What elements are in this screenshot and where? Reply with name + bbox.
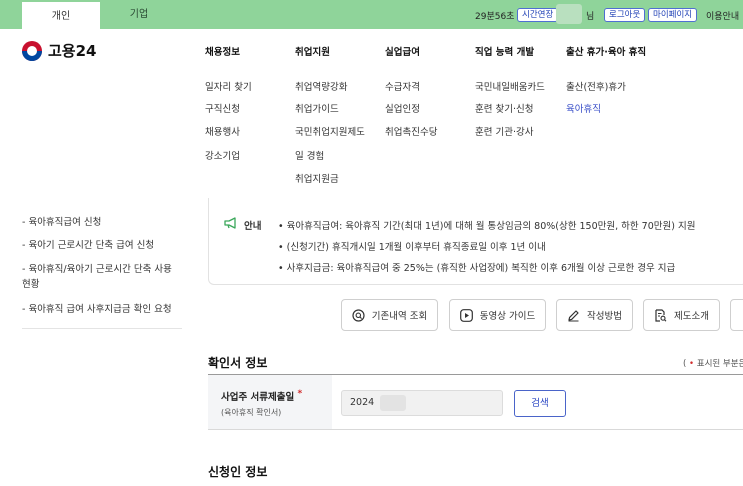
menu-col-skills: 직업 능력 개발 [475,44,534,58]
menu-item-find-jobs[interactable]: 일자리 찾기 [205,79,252,93]
tab-company[interactable]: 기업 [100,0,178,29]
notice-label: 안내 [244,221,262,232]
menu-item-recognition[interactable]: 실업인정 [385,101,420,115]
tab-personal[interactable]: 개인 [22,0,100,29]
how-to-write-button[interactable]: 작성방법 [556,299,633,331]
menu-item-capacity[interactable]: 취업역량강화 [295,79,347,93]
required-note: ( • 표시된 부분은 [683,357,743,369]
required-dot-icon: • [689,359,695,369]
menu-heading-unemployment[interactable]: 실업급여 [385,44,420,58]
submission-date-sublabel: (육아휴직 확인서) [221,408,282,417]
menu-item-childcare-leave[interactable]: 육아휴직 [566,101,601,115]
menu-item-work-experience[interactable]: 일 경험 [295,148,324,162]
menu-item-learning-card[interactable]: 국민내일배움카드 [475,79,545,93]
menu-col-parental-leave: 출산 휴가·육아 휴직 [566,44,646,58]
search-button[interactable]: 검색 [514,390,566,417]
history-lookup-button[interactable]: 기존내역 조회 [341,299,438,331]
sidebar-item-usage-status[interactable]: - 육아휴직/육아기 근로시간 단축 사용 현황 [22,262,182,292]
extend-session-button[interactable]: 시간연장 [517,8,559,22]
video-guide-button[interactable]: 동영상 가이드 [449,299,546,331]
menu-item-guide[interactable]: 취업가이드 [295,101,339,115]
menu-heading-employment-support[interactable]: 취업지원 [295,44,330,58]
required-star-icon: * [297,389,303,399]
more-action-button[interactable] [730,299,743,331]
program-intro-label: 제도소개 [674,311,709,322]
megaphone-icon [224,217,236,229]
masked-username [556,4,582,24]
play-icon [459,308,473,322]
confirm-section-title: 확인서 정보 [208,356,268,370]
video-guide-label: 동영상 가이드 [479,311,536,322]
brand-name: 고용24 [48,42,97,60]
logout-button[interactable]: 로그아웃 [604,8,646,22]
menu-item-training-institutes[interactable]: 훈련 기관·강사 [475,124,533,138]
pencil-icon [568,309,579,321]
menu-item-eligibility[interactable]: 수급자격 [385,79,420,93]
menu-item-maternity-leave[interactable]: 출산(전후)휴가 [566,79,626,93]
search-history-icon [352,308,365,322]
menu-item-promotion-allowance[interactable]: 취업촉진수당 [385,124,437,138]
document-search-icon [655,308,667,322]
mypage-button[interactable]: 마이페이지 [648,8,698,22]
user-suffix: 님 [586,12,595,22]
history-lookup-label: 기존내역 조회 [371,311,428,322]
sidebar-item-reduced-hours[interactable]: - 육아기 근로시간 단축 급여 신청 [22,238,182,253]
menu-col-employment-support: 취업지원 [295,44,330,58]
required-note-text: 표시된 부분은 [696,359,743,369]
applicant-section-title: 신청인 정보 [208,465,268,479]
menu-heading-parental-leave[interactable]: 출산 휴가·육아 휴직 [566,44,646,58]
menu-col-unemployment: 실업급여 [385,44,420,58]
menu-item-subsidy[interactable]: 취업지원금 [295,171,339,185]
sidebar-divider [22,328,182,329]
sidebar-item-deferred-payment[interactable]: - 육아휴직 급여 사후지급금 확인 요청 [22,302,182,317]
menu-item-small-giant[interactable]: 강소기업 [205,148,240,162]
taegeuk-icon [22,40,42,61]
masked-date [380,395,406,411]
session-timer: 29분56초 [475,12,515,22]
program-intro-button[interactable]: 제도소개 [643,299,720,331]
menu-item-national-support[interactable]: 국민취업지원제도 [295,124,365,138]
submission-date-label: 사업주 서류제출일 * [221,389,303,403]
menu-item-job-fair[interactable]: 채용행사 [205,124,240,138]
guide-link[interactable]: 이용안내 [706,9,739,22]
how-to-write-label: 작성방법 [587,311,622,322]
menu-item-find-training[interactable]: 훈련 찾기·신청 [475,101,533,115]
sidebar-item-leave-benefit[interactable]: - 육아휴직급여 신청 [22,215,182,230]
menu-item-job-seek[interactable]: 구직신청 [205,101,240,115]
notice-line-period: • (신청기간) 휴직개시일 1개월 이후부터 휴직종료일 이후 1년 이내 [278,242,546,253]
notice-line-benefit: • 육아휴직급여: 육아휴직 기간(최대 1년)에 대해 월 통상임금의 80%… [278,221,696,232]
site-logo[interactable]: 고용24 [22,40,96,61]
menu-heading-skills[interactable]: 직업 능력 개발 [475,44,534,58]
notice-line-deferred: • 사후지급금: 육아휴직급여 중 25%는 (휴직한 사업장에) 복직한 이후… [278,263,676,274]
menu-col-jobs: 채용정보 [205,44,240,58]
menu-heading-jobs[interactable]: 채용정보 [205,44,240,58]
submission-date-input[interactable]: 2024 [341,390,503,416]
